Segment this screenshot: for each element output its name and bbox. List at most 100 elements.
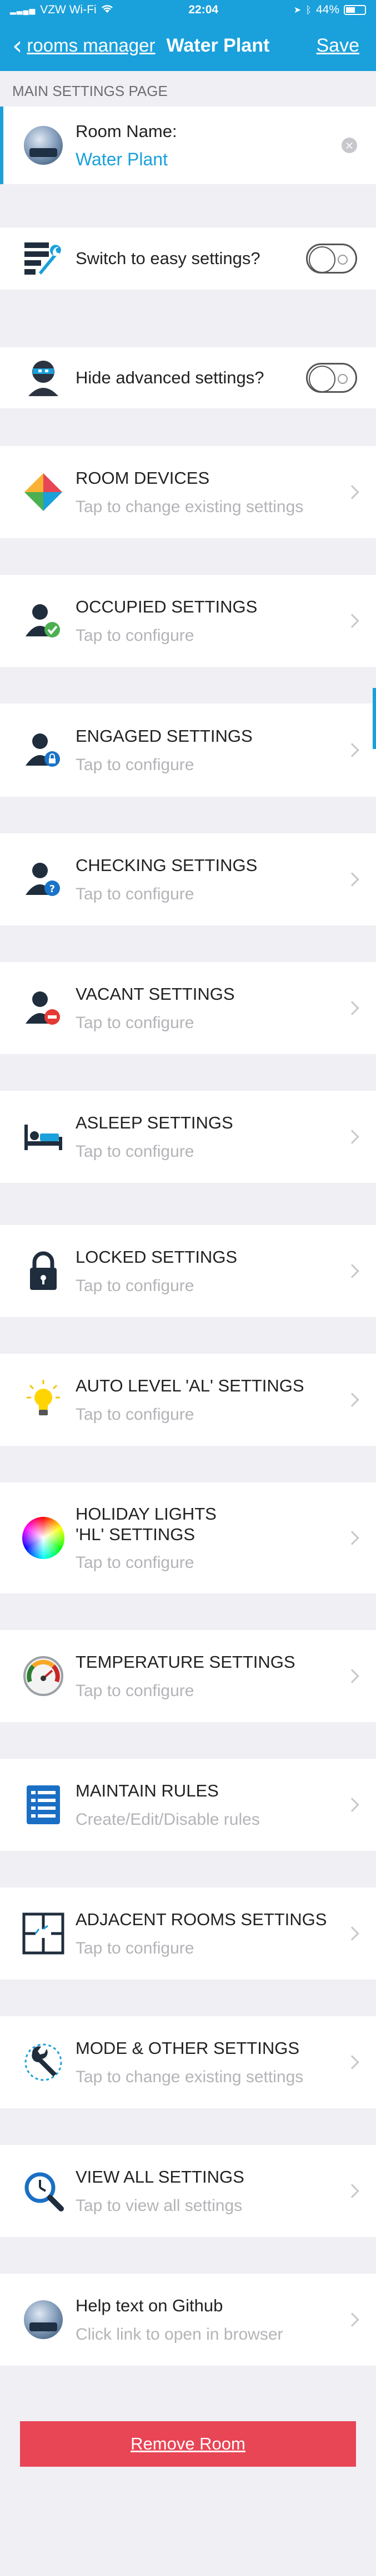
engaged-settings-row[interactable]: ENGAGED SETTINGS Tap to configure	[0, 704, 376, 797]
chevron-right-icon	[345, 2055, 359, 2069]
checking-person-icon: ?	[20, 856, 67, 903]
room-name-input[interactable]: Water Plant	[76, 149, 342, 170]
row-title: VIEW ALL SETTINGS	[76, 2167, 244, 2187]
row-title: ROOM DEVICES	[76, 468, 210, 488]
chevron-right-icon	[345, 1001, 359, 1015]
row-title: CHECKING SETTINGS	[76, 856, 258, 875]
carrier-label: VZW Wi-Fi	[40, 3, 97, 16]
floor-plan-icon	[20, 1910, 67, 1957]
auto-level-settings-row[interactable]: AUTO LEVEL 'AL' SETTINGS Tap to configur…	[0, 1354, 376, 1446]
gauge-icon	[20, 1653, 67, 1699]
chevron-right-icon	[345, 872, 359, 887]
advanced-settings-label: Hide advanced settings?	[76, 368, 264, 388]
lightbulb-icon	[20, 1376, 67, 1423]
chevron-right-icon	[345, 1130, 359, 1144]
battery-icon	[344, 5, 366, 15]
row-subtitle: Tap to change existing settings	[76, 2067, 304, 2086]
row-title: MAINTAIN RULES	[76, 1781, 219, 1801]
help-github-row[interactable]: Help text on Github Click link to open i…	[0, 2274, 376, 2366]
row-title: ADJACENT ROOMS SETTINGS	[76, 1910, 327, 1930]
color-wheel-icon	[20, 1515, 67, 1561]
wrench-icon	[20, 2039, 67, 2086]
chevron-right-icon	[345, 614, 359, 628]
row-subtitle: Tap to configure	[76, 1405, 194, 1424]
bed-icon	[20, 1114, 67, 1160]
wifi-icon	[101, 3, 113, 17]
save-button[interactable]: Save	[317, 35, 360, 57]
row-subtitle: Click link to open in browser	[76, 2325, 283, 2344]
view-all-settings-row[interactable]: VIEW ALL SETTINGS Tap to view all settin…	[0, 2145, 376, 2237]
chevron-right-icon	[345, 1393, 359, 1407]
room-devices-row[interactable]: ROOM DEVICES Tap to change existing sett…	[0, 446, 376, 538]
locked-settings-row[interactable]: LOCKED SETTINGS Tap to configure	[0, 1225, 376, 1317]
signal-icon: ▂▃▄▅	[10, 5, 36, 14]
chevron-right-icon	[345, 2312, 359, 2327]
room-devices-icon	[20, 469, 67, 515]
lock-icon	[20, 1248, 67, 1294]
row-title: MODE & OTHER SETTINGS	[76, 2038, 300, 2058]
row-subtitle: Tap to configure	[76, 1013, 194, 1032]
room-name-field[interactable]: Room Name: Water Plant ×	[0, 107, 376, 184]
holiday-lights-settings-row[interactable]: HOLIDAY LIGHTS 'HL' SETTINGS Tap to conf…	[0, 1482, 376, 1593]
easy-settings-toggle[interactable]	[306, 244, 357, 274]
row-subtitle: Create/Edit/Disable rules	[76, 1810, 260, 1829]
back-label: rooms manager	[27, 35, 156, 55]
occupied-person-icon	[20, 598, 67, 644]
ninja-icon	[20, 355, 67, 401]
row-title: LOCKED SETTINGS	[76, 1247, 238, 1267]
row-subtitle: Tap to configure	[76, 626, 194, 645]
vacant-person-icon	[20, 985, 67, 1031]
chevron-right-icon	[345, 2184, 359, 2198]
occupied-settings-row[interactable]: OCCUPIED SETTINGS Tap to configure	[0, 575, 376, 667]
easy-settings-row: Switch to easy settings?	[0, 227, 376, 290]
room-name-label: Room Name:	[76, 121, 177, 141]
adjacent-rooms-settings-row[interactable]: ADJACENT ROOMS SETTINGS Tap to configure	[0, 1887, 376, 1980]
row-subtitle: Tap to configure	[76, 1553, 194, 1572]
row-subtitle: Tap to configure	[76, 884, 194, 903]
row-subtitle: Tap to change existing settings	[76, 497, 304, 516]
row-title: OCCUPIED SETTINGS	[76, 597, 258, 617]
chevron-right-icon	[345, 1798, 359, 1812]
row-subtitle: Tap to configure	[76, 1681, 194, 1700]
engaged-person-icon	[20, 727, 67, 773]
advanced-settings-row: Hide advanced settings?	[0, 347, 376, 408]
advanced-settings-toggle[interactable]	[306, 363, 357, 393]
back-button[interactable]: ‹ rooms manager	[12, 33, 156, 58]
checking-settings-row[interactable]: ? CHECKING SETTINGS Tap to configure	[0, 833, 376, 925]
chevron-right-icon	[345, 1669, 359, 1683]
clear-icon[interactable]: ×	[342, 138, 357, 153]
row-title: TEMPERATURE SETTINGS	[76, 1652, 295, 1672]
row-title: VACANT SETTINGS	[76, 984, 235, 1004]
chevron-right-icon	[345, 1264, 359, 1278]
row-title: HOLIDAY LIGHTS 'HL' SETTINGS	[76, 1504, 217, 1544]
chevron-left-icon: ‹	[12, 31, 23, 60]
chevron-right-icon	[345, 1926, 359, 1941]
maintain-rules-row[interactable]: MAINTAIN RULES Create/Edit/Disable rules	[0, 1759, 376, 1851]
section-header: MAIN SETTINGS PAGE	[12, 83, 168, 99]
status-bar: ▂▃▄▅ VZW Wi-Fi 22:04 ➤ ᛒ 44%	[0, 0, 376, 20]
mode-other-settings-row[interactable]: MODE & OTHER SETTINGS Tap to change exis…	[0, 2016, 376, 2108]
list-icon	[20, 1782, 67, 1828]
settings-wrench-icon	[20, 235, 67, 282]
row-title: ENGAGED SETTINGS	[76, 726, 253, 746]
vacant-settings-row[interactable]: VACANT SETTINGS Tap to configure	[0, 962, 376, 1054]
easy-settings-label: Switch to easy settings?	[76, 249, 260, 269]
row-subtitle: Tap to view all settings	[76, 2196, 243, 2215]
nav-bar: ‹ rooms manager Water Plant Save	[0, 20, 376, 71]
asleep-settings-row[interactable]: ASLEEP SETTINGS Tap to configure	[0, 1091, 376, 1183]
remove-room-button[interactable]: Remove Room	[20, 2421, 356, 2467]
row-subtitle: Tap to configure	[76, 1142, 194, 1161]
row-subtitle: Tap to configure	[76, 1276, 194, 1295]
help-avatar-icon	[20, 2296, 67, 2343]
clock: 22:04	[188, 3, 219, 16]
row-title: Help text on Github	[76, 2296, 223, 2316]
chevron-right-icon	[345, 485, 359, 499]
page-title: Water Plant	[166, 34, 270, 56]
scrollbar[interactable]	[373, 688, 376, 749]
chevron-right-icon	[345, 743, 359, 757]
chevron-right-icon	[345, 1531, 359, 1545]
magnifier-clock-icon	[20, 2168, 67, 2214]
svg-text:?: ?	[49, 883, 55, 895]
bluetooth-icon: ᛒ	[305, 4, 312, 16]
temperature-settings-row[interactable]: TEMPERATURE SETTINGS Tap to configure	[0, 1630, 376, 1722]
